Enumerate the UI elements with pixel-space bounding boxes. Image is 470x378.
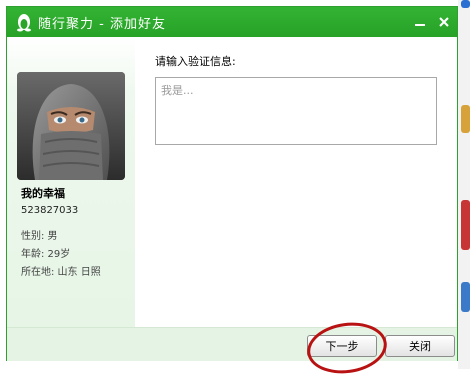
penguin-icon [15,11,33,33]
close-icon [439,17,449,27]
background-page-strip [458,0,470,369]
minimize-button[interactable] [409,11,431,33]
close-window-button[interactable] [433,11,455,33]
minimize-icon [415,24,425,26]
next-step-button[interactable]: 下一步 [307,335,377,357]
background-deco [461,105,470,133]
verification-prompt: 请输入验证信息: [155,55,236,68]
contact-location: 所在地: 山东 日照 [21,267,101,278]
background-deco [461,200,470,250]
window-title: 随行聚力 - 添加好友 [38,16,166,32]
background-deco [461,0,470,8]
contact-qq-number: 523827033 [21,205,79,216]
avatar [17,72,125,180]
contact-info-panel: 我的幸福 523827033 性别: 男 年龄: 29岁 所在地: 山东 日照 [7,37,135,327]
contact-nickname: 我的幸福 [21,187,65,200]
close-button[interactable]: 关闭 [385,335,455,357]
title-bar[interactable]: 随行聚力 - 添加好友 [7,7,457,37]
contact-age: 年龄: 29岁 [21,249,71,260]
background-deco [461,282,470,312]
contact-gender: 性别: 男 [21,231,58,242]
verification-message-input[interactable] [155,77,437,145]
add-friend-dialog: 随行聚力 - 添加好友 我的幸福 523827033 性别: 男 年龄: 29岁… [6,6,458,378]
